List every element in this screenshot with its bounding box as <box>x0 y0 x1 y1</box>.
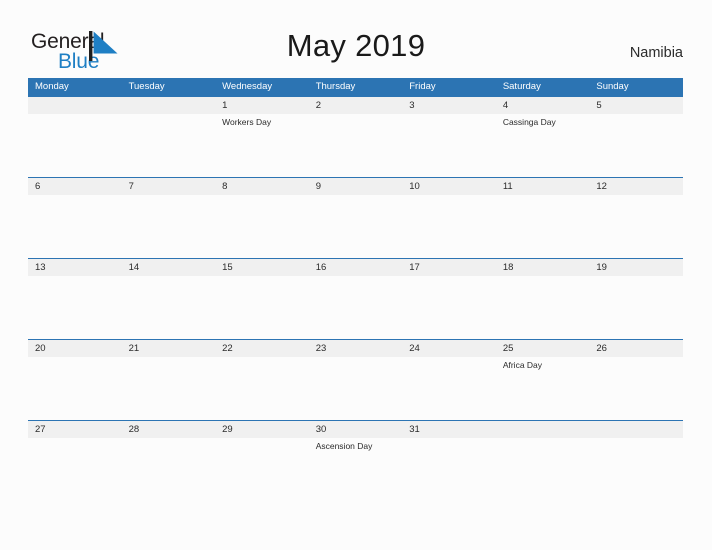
day-number: 23 <box>315 343 327 354</box>
day-cell[interactable]: 6 <box>28 178 122 257</box>
calendar-week-row: 13 14 15 16 17 18 19 <box>28 258 683 339</box>
day-cell[interactable]: 19 <box>589 259 683 338</box>
day-number: 31 <box>409 424 420 435</box>
day-number: 24 <box>409 343 420 354</box>
day-number: 28 <box>128 424 140 435</box>
day-cell[interactable]: 5 <box>589 97 683 176</box>
day-number: 26 <box>596 343 607 354</box>
page-header: General Blue May 2019 Namibia <box>0 0 712 78</box>
day-cell[interactable]: 31 <box>402 421 496 500</box>
calendar-table: Monday Tuesday Wednesday Thursday Friday… <box>28 78 683 501</box>
day-number <box>596 421 683 438</box>
day-cell[interactable] <box>589 421 683 500</box>
calendar-week-row: 6 7 8 9 10 11 12 <box>28 177 683 258</box>
day-number: 4 <box>502 100 509 111</box>
day-number: 9 <box>315 181 321 192</box>
day-number <box>129 97 216 114</box>
day-number: 25 <box>502 343 514 354</box>
day-cell[interactable]: 2 <box>309 97 403 176</box>
day-event: Cassinga Day <box>502 117 556 127</box>
day-number: 10 <box>409 181 420 192</box>
day-number <box>35 97 122 114</box>
day-cell[interactable]: 7 <box>122 178 216 257</box>
day-cell[interactable]: 11 <box>496 178 590 257</box>
day-cell[interactable]: 22 <box>215 340 309 419</box>
day-event: Ascension Day <box>315 441 373 451</box>
weekday-header-monday: Monday <box>35 81 69 92</box>
day-cell[interactable]: 12 <box>589 178 683 257</box>
weekday-header-saturday: Saturday <box>502 81 541 92</box>
day-cell[interactable]: 14 <box>122 259 216 338</box>
day-cell[interactable]: 17 <box>402 259 496 338</box>
day-cell[interactable] <box>122 97 216 176</box>
day-event: Workers Day <box>222 117 272 127</box>
day-cell[interactable]: 16 <box>309 259 403 338</box>
day-number: 22 <box>222 343 233 354</box>
day-number: 13 <box>35 262 46 273</box>
weekday-header-tuesday: Tuesday <box>128 81 165 92</box>
weekday-header-row: Monday Tuesday Wednesday Thursday Friday… <box>28 78 683 96</box>
day-cell[interactable]: 13 <box>28 259 122 338</box>
day-cell[interactable]: 27 <box>28 421 122 500</box>
day-cell[interactable]: 20 <box>28 340 122 419</box>
day-cell[interactable]: 29 <box>215 421 309 500</box>
calendar-week-row: 20 21 22 23 24 25 Africa Day 26 <box>28 339 683 420</box>
day-cell[interactable]: 23 <box>309 340 403 419</box>
day-number <box>503 421 590 438</box>
day-number: 27 <box>35 424 46 435</box>
day-number: 6 <box>35 181 41 192</box>
day-cell[interactable]: 9 <box>309 178 403 257</box>
day-number: 14 <box>128 262 140 273</box>
weekday-header-thursday: Thursday <box>315 81 356 92</box>
day-cell[interactable] <box>28 97 122 176</box>
day-number: 12 <box>596 181 607 192</box>
day-cell[interactable]: 10 <box>402 178 496 257</box>
day-cell[interactable]: 3 <box>402 97 496 176</box>
day-cell[interactable]: 15 <box>215 259 309 338</box>
day-number: 18 <box>502 262 514 273</box>
day-number: 29 <box>222 424 233 435</box>
country-label: Namibia <box>629 45 683 61</box>
day-cell[interactable]: 30 Ascension Day <box>309 421 403 500</box>
day-event: Africa Day <box>502 360 543 370</box>
day-number: 1 <box>222 100 228 111</box>
day-number: 19 <box>596 262 607 273</box>
day-cell[interactable]: 21 <box>122 340 216 419</box>
day-number: 2 <box>315 100 321 111</box>
day-number: 11 <box>502 181 513 192</box>
day-cell[interactable]: 25 Africa Day <box>496 340 590 419</box>
day-number: 30 <box>315 424 327 435</box>
day-number: 15 <box>222 262 233 273</box>
weekday-header-friday: Friday <box>409 81 436 92</box>
day-number: 20 <box>35 343 46 354</box>
day-cell[interactable] <box>496 421 590 500</box>
day-number: 17 <box>409 262 420 273</box>
day-number: 5 <box>596 100 602 111</box>
day-number: 21 <box>128 343 140 354</box>
day-number: 16 <box>315 262 327 273</box>
weekday-header-wednesday: Wednesday <box>222 81 273 92</box>
calendar-week-row: 27 28 29 30 Ascension Day 31 <box>28 420 683 501</box>
day-number: 7 <box>128 181 134 192</box>
calendar-page: General Blue May 2019 Namibia Monday Tue… <box>0 0 712 550</box>
day-cell[interactable]: 28 <box>122 421 216 500</box>
day-cell[interactable]: 8 <box>215 178 309 257</box>
day-cell[interactable]: 24 <box>402 340 496 419</box>
calendar-week-row: 1 Workers Day 2 3 4 Cassinga Day 5 <box>28 96 683 177</box>
day-cell[interactable]: 1 Workers Day <box>215 97 309 176</box>
day-cell[interactable]: 26 <box>589 340 683 419</box>
weekday-header-sunday: Sunday <box>596 81 629 92</box>
day-number: 8 <box>222 181 228 192</box>
day-number: 3 <box>409 100 415 111</box>
day-cell[interactable]: 4 Cassinga Day <box>496 97 590 176</box>
page-title: May 2019 <box>286 28 426 63</box>
day-cell[interactable]: 18 <box>496 259 590 338</box>
